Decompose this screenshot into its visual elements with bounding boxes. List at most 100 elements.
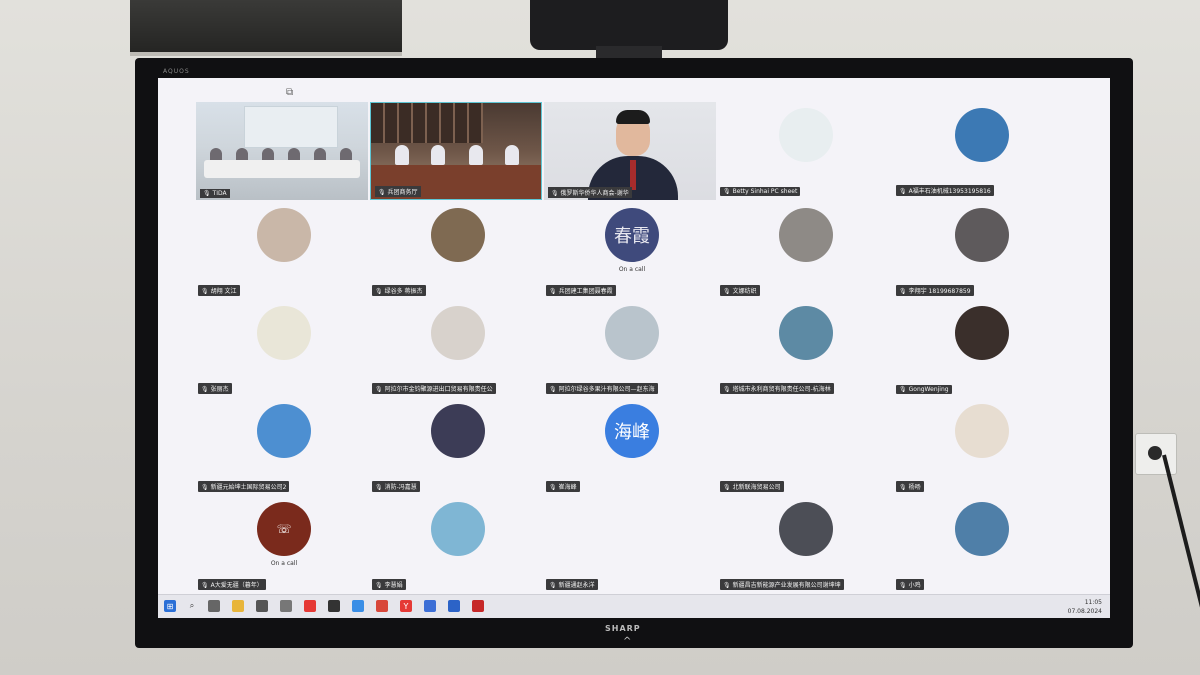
avatar — [779, 108, 833, 162]
participant-label: 🎙 阿拉尔市金钧聚源进出口贸易有限责任公 — [372, 383, 496, 394]
on-call-status: On a call — [618, 266, 646, 273]
participant-name: 李慧娟 — [384, 582, 403, 589]
participant-name: 崔海峰 — [558, 484, 577, 491]
participant-tile[interactable]: 海峰 🎙 崔海峰 — [544, 398, 720, 494]
video-tile[interactable]: 🎙 俄罗斯华侨华人商会-谢华 — [544, 102, 716, 200]
participant-tile[interactable]: 🎙 张丽杰 — [196, 300, 372, 396]
avatar — [257, 306, 311, 360]
participant-name: 新疆昌吉新能源产业发展有限公司谢坤坤 — [732, 582, 841, 589]
video-tile-name: TIDA — [212, 190, 227, 197]
participant-tile[interactable]: 春霞 On a call 🎙 兵团建工集团聂春霞 — [544, 202, 720, 298]
task-view-icon[interactable] — [208, 600, 220, 612]
mic-icon: 🎙 — [723, 582, 731, 589]
participant-tile[interactable]: 🎙 新疆通赵永洋 — [544, 496, 720, 592]
participant-tile[interactable]: 🎙 新疆元始坤土国际贸易公司2 — [196, 398, 372, 494]
participant-label: 🎙 崔海峰 — [546, 481, 580, 492]
chat-icon[interactable] — [328, 600, 340, 612]
mic-icon: 🎙 — [201, 582, 209, 589]
mic-icon: 🎙 — [723, 386, 731, 393]
participant-tile[interactable]: 🎙 杨旸 — [894, 398, 1070, 494]
avatar — [955, 404, 1009, 458]
mic-icon: 🎙 — [375, 582, 383, 589]
participant-tile[interactable]: 🎙 北新联海贸易公司 — [718, 398, 894, 494]
participant-label: 🎙 新疆元始坤土国际贸易公司2 — [198, 481, 290, 492]
meeting-app-icon[interactable]: ⧉ — [286, 87, 293, 98]
participant-name: 李翔宇 18199687859 — [908, 288, 971, 295]
participant-tile[interactable]: 🎙 绿谷多 蒋振杰 — [370, 202, 546, 298]
participant-name: 塔城市永利商贸有限责任公司-杭海林 — [732, 386, 831, 393]
participant-label: 🎙 Betty Sinhai PC sheet — [720, 187, 801, 196]
wall-socket — [1135, 433, 1177, 475]
video-person — [395, 145, 409, 165]
participant-name: 文娜纺织 — [732, 288, 757, 295]
avatar — [431, 404, 485, 458]
participant-name: 新疆元始坤土国际贸易公司2 — [210, 484, 287, 491]
participant-tile[interactable]: 🎙 李翔宇 18199687859 — [894, 202, 1070, 298]
participant-name: 阿拉尔市金钧聚源进出口贸易有限责任公 — [384, 386, 493, 393]
clock-time: 11:05 — [1084, 599, 1102, 606]
pdf-reader-icon[interactable] — [472, 600, 484, 612]
mic-icon: 🎙 — [201, 484, 209, 491]
grid-app-icon[interactable] — [352, 600, 364, 612]
participant-name: 张丽杰 — [210, 386, 229, 393]
camera-app-icon[interactable] — [256, 600, 268, 612]
chrome-icon[interactable] — [376, 600, 388, 612]
mic-icon: 🎙 — [899, 386, 907, 393]
participant-tile[interactable]: 🎙 李慧娟 — [370, 496, 546, 592]
participant-name: Betty Sinhai PC sheet — [732, 188, 798, 195]
participant-tile[interactable]: 🎙 A福丰石油机械13953195816 — [894, 102, 1070, 198]
avatar: 春霞 — [605, 208, 659, 262]
search-icon[interactable]: ⌕ — [186, 600, 198, 612]
participant-tile[interactable]: 🎙 文娜纺织 — [718, 202, 894, 298]
participant-name: GongWenjing — [908, 386, 949, 393]
participant-name: 北新联海贸易公司 — [732, 484, 781, 491]
meeting-screen: ⧉ 🎙 TIDA 🎙 兵团商务厅 🎙 俄罗斯华侨华人商会-谢华 🎙 Betty S… — [158, 78, 1110, 618]
participant-name: A福丰石油机械13953195816 — [908, 188, 991, 195]
video-person-tie — [630, 160, 636, 190]
participant-name: A大爱无疆（暮年） — [210, 582, 263, 589]
participant-name: 胡翔 文江 — [210, 288, 237, 295]
yandex-icon[interactable] — [304, 600, 316, 612]
wall-speaker — [130, 0, 402, 56]
participant-tile[interactable]: 🎙 小鸡 — [894, 496, 1070, 592]
photos-icon[interactable] — [280, 600, 292, 612]
tv-chevron-icon: ^ — [623, 636, 632, 647]
participant-tile[interactable]: 🎙 塔城市永利商贸有限责任公司-杭海林 — [718, 300, 894, 396]
yandex-browser-icon[interactable]: Y — [400, 600, 412, 612]
avatar — [431, 306, 485, 360]
phone-icon: ☏ — [276, 522, 292, 536]
zoom-icon[interactable] — [448, 600, 460, 612]
video-tile-label: 🎙 兵团商务厅 — [375, 186, 421, 197]
mic-icon: 🎙 — [549, 582, 557, 589]
avatar — [605, 306, 659, 360]
participant-label: 🎙 消防-冯嘉慧 — [372, 481, 420, 492]
participant-tile[interactable]: ☏ On a call 🎙 A大爱无疆（暮年） — [196, 496, 372, 592]
participant-label: 🎙 塔城市永利商贸有限责任公司-杭海林 — [720, 383, 834, 394]
mic-icon: 🎙 — [899, 582, 907, 589]
participant-tile[interactable]: 🎙 Betty Sinhai PC sheet — [718, 102, 894, 198]
video-map-wall — [244, 106, 338, 148]
participant-tile[interactable]: 🎙 阿拉尔市金钧聚源进出口贸易有限责任公 — [370, 300, 546, 396]
video-person-hair — [616, 110, 650, 124]
avatar: 海峰 — [605, 404, 659, 458]
video-tile-name: 兵团商务厅 — [387, 189, 418, 196]
participant-name: 阿拉尔绿谷多果汁有限公司—赵东海 — [558, 386, 655, 393]
video-tile[interactable]: 🎙 TIDA — [196, 102, 368, 200]
taskbar-clock: 11:05 07.08.2024 — [1068, 598, 1102, 616]
participant-tile[interactable]: 🎙 新疆昌吉新能源产业发展有限公司谢坤坤 — [718, 496, 894, 592]
participant-label: 🎙 文娜纺织 — [720, 285, 760, 296]
participant-label: 🎙 北新联海贸易公司 — [720, 481, 784, 492]
video-tile[interactable]: 🎙 兵团商务厅 — [370, 102, 542, 200]
file-explorer-icon[interactable] — [232, 600, 244, 612]
participant-tile[interactable]: 🎙 阿拉尔绿谷多果汁有限公司—赵东海 — [544, 300, 720, 396]
mic-icon: 🎙 — [375, 484, 383, 491]
participant-tile[interactable]: 🎙 GongWenjing — [894, 300, 1070, 396]
mic-icon: 🎙 — [723, 288, 731, 295]
avatar — [431, 208, 485, 262]
mic-icon: 🎙 — [723, 188, 731, 195]
participant-tile[interactable]: 🎙 消防-冯嘉慧 — [370, 398, 546, 494]
app-icon[interactable] — [424, 600, 436, 612]
avatar — [779, 208, 833, 262]
participant-tile[interactable]: 🎙 胡翔 文江 — [196, 202, 372, 298]
windows-start-icon[interactable]: ⊞ — [164, 600, 176, 612]
